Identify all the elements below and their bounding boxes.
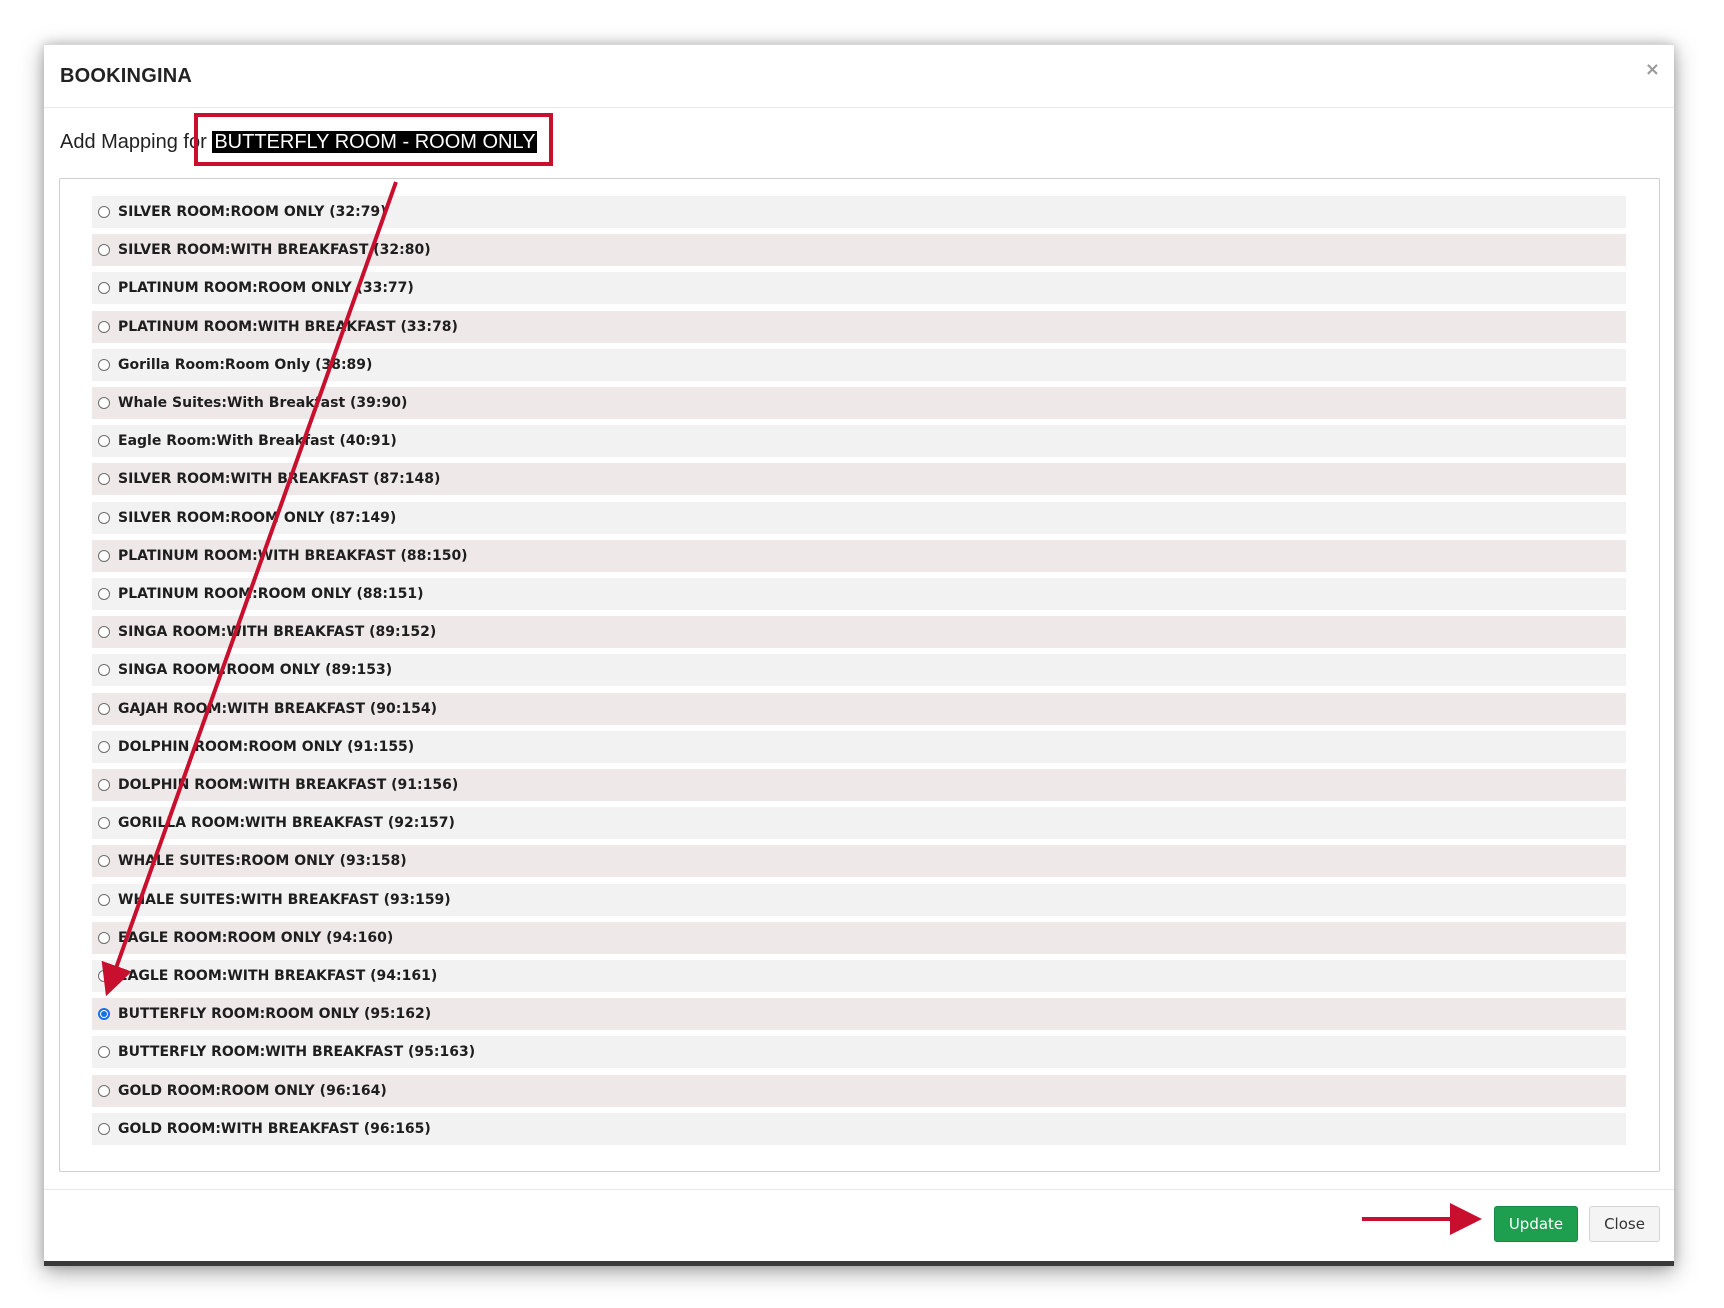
radio-unselected-icon[interactable]	[98, 893, 110, 906]
room-option-label: Gorilla Room:Room Only (38:89)	[118, 356, 373, 373]
mapping-heading-prefix: Add Mapping for	[60, 131, 207, 153]
radio-unselected-icon[interactable]	[98, 244, 110, 257]
room-option-row[interactable]: GAJAH ROOM:WITH BREAKFAST (90:154)	[92, 692, 1626, 725]
room-option-row[interactable]: EAGLE ROOM:ROOM ONLY (94:160)	[92, 921, 1626, 954]
room-option-row[interactable]: BUTTERFLY ROOM:ROOM ONLY (95:162)	[92, 998, 1626, 1031]
room-option-row[interactable]: DOLPHIN ROOM:WITH BREAKFAST (91:156)	[92, 769, 1626, 801]
room-option-label: SILVER ROOM:ROOM ONLY (87:149)	[118, 509, 397, 526]
room-option-row[interactable]: GOLD ROOM:WITH BREAKFAST (96:165)	[92, 1112, 1626, 1145]
room-option-label: SILVER ROOM:ROOM ONLY (32:79)	[118, 204, 387, 220]
radio-unselected-icon[interactable]	[98, 970, 110, 982]
room-option-label: Whale Suites:With Breakfast (39:90)	[118, 395, 408, 411]
radio-unselected-icon[interactable]	[98, 702, 110, 715]
room-option-label: PLATINUM ROOM:WITH BREAKFAST (88:150)	[118, 547, 468, 564]
radio-unselected-icon[interactable]	[98, 206, 110, 218]
radio-unselected-icon[interactable]	[98, 282, 110, 295]
update-button[interactable]: Update	[1494, 1206, 1578, 1242]
room-option-row[interactable]: DOLPHIN ROOM:ROOM ONLY (91:155)	[92, 730, 1626, 763]
room-option-label: SILVER ROOM:WITH BREAKFAST (87:148)	[118, 471, 441, 488]
radio-unselected-icon[interactable]	[98, 664, 110, 677]
radio-unselected-icon[interactable]	[98, 626, 110, 639]
mapping-modal: BOOKINGINA × Add Mapping for BUTTERFLY R…	[44, 44, 1674, 1266]
radio-unselected-icon[interactable]	[98, 397, 110, 409]
room-option-row[interactable]: SILVER ROOM:ROOM ONLY (87:149)	[92, 501, 1626, 534]
radio-unselected-icon[interactable]	[98, 779, 110, 791]
radio-unselected-icon[interactable]	[98, 320, 110, 333]
room-option-label: Eagle Room:With Breakfast (40:91)	[118, 433, 397, 450]
room-option-label: EAGLE ROOM:WITH BREAKFAST (94:161)	[118, 968, 438, 984]
room-option-row[interactable]: SILVER ROOM:WITH BREAKFAST (87:148)	[92, 463, 1626, 496]
room-option-label: BUTTERFLY ROOM:ROOM ONLY (95:162)	[118, 1006, 432, 1023]
room-option-row[interactable]: WHALE SUITES:ROOM ONLY (93:158)	[92, 845, 1626, 878]
close-icon[interactable]: ×	[1645, 59, 1660, 80]
room-option-row[interactable]: GORILLA ROOM:WITH BREAKFAST (92:157)	[92, 807, 1626, 840]
modal-footer: Update Close	[44, 1189, 1674, 1262]
screen: BOOKINGINA × Add Mapping for BUTTERFLY R…	[0, 0, 1724, 1308]
room-option-label: BUTTERFLY ROOM:WITH BREAKFAST (95:163)	[118, 1044, 476, 1061]
room-option-label: GOLD ROOM:WITH BREAKFAST (96:165)	[118, 1120, 431, 1137]
room-option-label: WHALE SUITES:ROOM ONLY (93:158)	[118, 853, 407, 870]
room-option-row[interactable]: WHALE SUITES:WITH BREAKFAST (93:159)	[92, 883, 1626, 916]
radio-unselected-icon[interactable]	[98, 817, 110, 830]
annotation-highlight-box	[194, 113, 553, 166]
room-option-label: SILVER ROOM:WITH BREAKFAST (32:80)	[118, 242, 431, 259]
radio-unselected-icon[interactable]	[98, 931, 110, 944]
room-option-row[interactable]: GOLD ROOM:ROOM ONLY (96:164)	[92, 1074, 1626, 1107]
radio-unselected-icon[interactable]	[98, 1084, 110, 1097]
radio-unselected-icon[interactable]	[98, 473, 110, 486]
room-option-row[interactable]: PLATINUM ROOM:ROOM ONLY (88:151)	[92, 578, 1626, 610]
room-option-row[interactable]: BUTTERFLY ROOM:WITH BREAKFAST (95:163)	[92, 1036, 1626, 1069]
room-option-label: GORILLA ROOM:WITH BREAKFAST (92:157)	[118, 815, 455, 832]
room-option-row[interactable]: SINGA ROOM:ROOM ONLY (89:153)	[92, 654, 1626, 687]
room-option-row[interactable]: Whale Suites:With Breakfast (39:90)	[92, 387, 1626, 419]
room-option-label: DOLPHIN ROOM:WITH BREAKFAST (91:156)	[118, 777, 459, 793]
radio-unselected-icon[interactable]	[98, 511, 110, 524]
room-option-label: GAJAH ROOM:WITH BREAKFAST (90:154)	[118, 700, 437, 717]
radio-unselected-icon[interactable]	[98, 855, 110, 868]
room-option-row[interactable]: PLATINUM ROOM:WITH BREAKFAST (33:78)	[92, 310, 1626, 343]
radio-unselected-icon[interactable]	[98, 549, 110, 562]
room-option-label: SINGA ROOM:ROOM ONLY (89:153)	[118, 662, 393, 679]
radio-unselected-icon[interactable]	[98, 358, 110, 371]
room-option-row[interactable]: SILVER ROOM:ROOM ONLY (32:79)	[92, 196, 1626, 228]
room-option-row[interactable]: EAGLE ROOM:WITH BREAKFAST (94:161)	[92, 960, 1626, 992]
room-option-label: SINGA ROOM:WITH BREAKFAST (89:152)	[118, 624, 437, 641]
room-option-label: PLATINUM ROOM:ROOM ONLY (33:77)	[118, 280, 414, 297]
room-option-row[interactable]: SILVER ROOM:WITH BREAKFAST (32:80)	[92, 234, 1626, 267]
room-option-row[interactable]: Eagle Room:With Breakfast (40:91)	[92, 425, 1626, 458]
room-option-row[interactable]: PLATINUM ROOM:WITH BREAKFAST (88:150)	[92, 539, 1626, 572]
radio-unselected-icon[interactable]	[98, 740, 110, 753]
radio-unselected-icon[interactable]	[98, 1122, 110, 1135]
radio-selected-icon[interactable]	[98, 1008, 110, 1021]
room-option-label: PLATINUM ROOM:WITH BREAKFAST (33:78)	[118, 318, 458, 335]
room-option-label: DOLPHIN ROOM:ROOM ONLY (91:155)	[118, 738, 415, 755]
close-button[interactable]: Close	[1589, 1206, 1660, 1242]
radio-unselected-icon[interactable]	[98, 588, 110, 600]
radio-unselected-icon[interactable]	[98, 1046, 110, 1059]
room-option-row[interactable]: PLATINUM ROOM:ROOM ONLY (33:77)	[92, 272, 1626, 305]
room-option-label: PLATINUM ROOM:ROOM ONLY (88:151)	[118, 586, 424, 602]
room-option-row[interactable]: SINGA ROOM:WITH BREAKFAST (89:152)	[92, 616, 1626, 649]
room-option-label: GOLD ROOM:ROOM ONLY (96:164)	[118, 1082, 387, 1099]
room-option-row[interactable]: Gorilla Room:Room Only (38:89)	[92, 348, 1626, 381]
room-option-label: WHALE SUITES:WITH BREAKFAST (93:159)	[118, 891, 451, 908]
room-options-panel: SILVER ROOM:ROOM ONLY (32:79) SILVER ROOM…	[59, 178, 1660, 1172]
modal-title: BOOKINGINA	[60, 65, 192, 87]
modal-header: BOOKINGINA ×	[44, 45, 1674, 108]
radio-unselected-icon[interactable]	[98, 435, 110, 448]
room-option-label: EAGLE ROOM:ROOM ONLY (94:160)	[118, 929, 394, 946]
